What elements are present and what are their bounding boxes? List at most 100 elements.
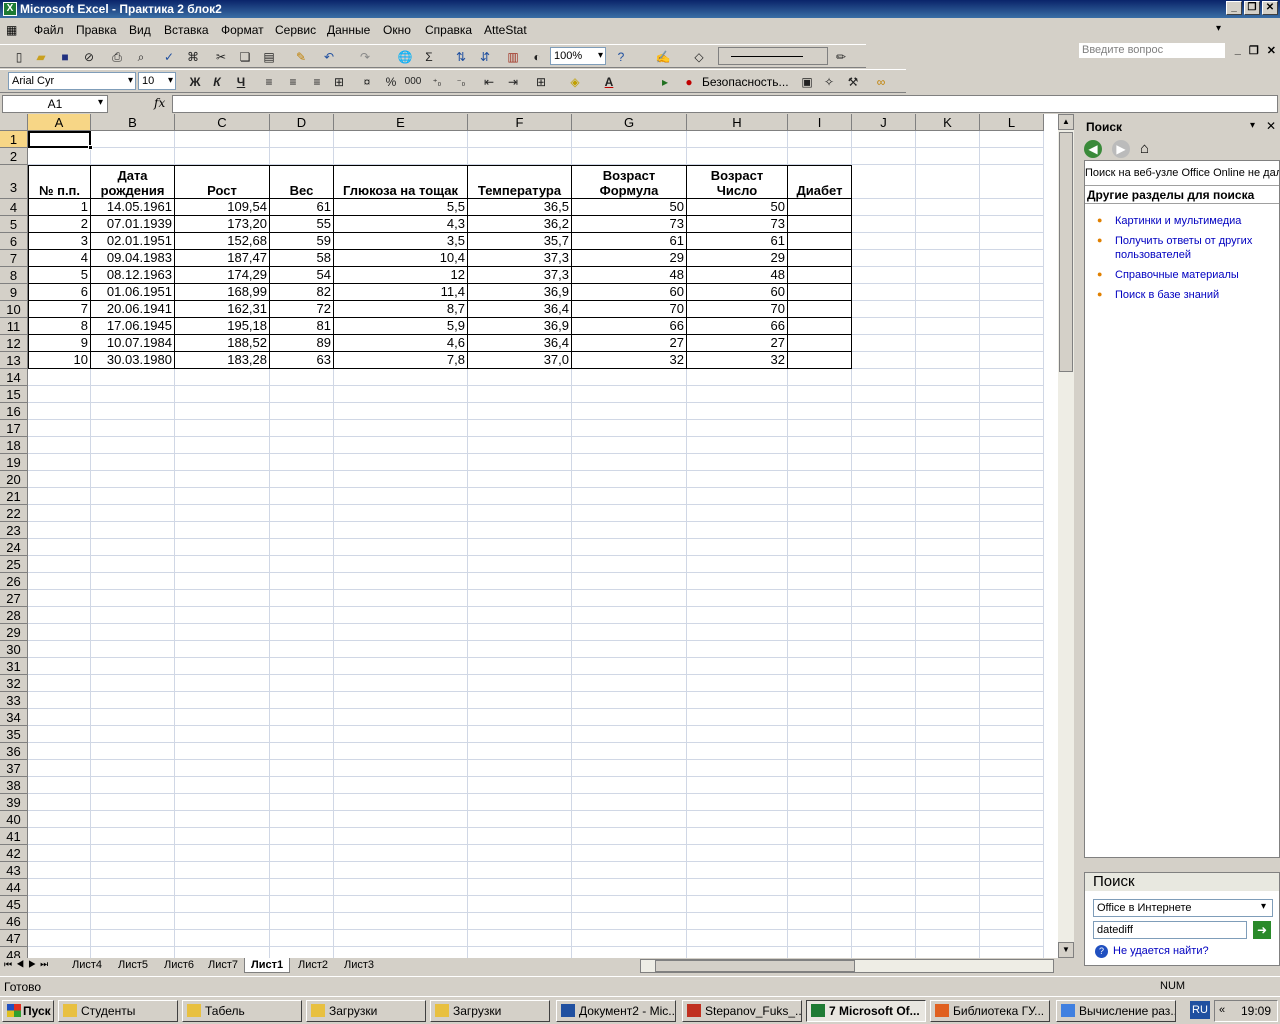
row-header[interactable]: 36 [0,743,28,760]
cell[interactable] [916,505,980,522]
taskbar-item[interactable]: 7 Microsoft Of... [806,1000,926,1022]
cell[interactable] [270,760,334,777]
cell[interactable] [852,556,916,573]
cell[interactable] [852,352,916,369]
cell[interactable] [980,896,1044,913]
cell[interactable] [28,777,91,794]
worksheet[interactable]: A B C D E F G H I J K L 1 2 3 № п.п. Дата рождения Рост Ве… [0,114,1074,958]
cell[interactable] [270,658,334,675]
cell[interactable] [334,454,468,471]
cell[interactable] [980,726,1044,743]
cell[interactable] [980,811,1044,828]
cell[interactable] [468,760,572,777]
sort-ascending-icon[interactable]: ⇅ [452,48,470,66]
row-header[interactable]: 26 [0,573,28,590]
data-cell[interactable]: 3,5 [334,233,468,250]
row-header[interactable]: 38 [0,777,28,794]
data-cell[interactable]: 35,7 [468,233,572,250]
cell[interactable] [687,675,788,692]
cell[interactable] [788,743,852,760]
row-header[interactable]: 14 [0,369,28,386]
row-header[interactable]: 44 [0,879,28,896]
cell[interactable] [916,777,980,794]
language-indicator[interactable]: RU [1190,1001,1210,1019]
row-header[interactable]: 42 [0,845,28,862]
cell[interactable] [175,539,270,556]
row-header[interactable]: 5 [0,216,28,233]
cell[interactable] [852,335,916,352]
column-header[interactable]: I [788,114,852,131]
cell[interactable] [980,471,1044,488]
drawing-icon[interactable]: ◐ [528,48,546,66]
research-icon[interactable]: ⌘ [184,48,202,66]
cell[interactable] [788,760,852,777]
menu-file[interactable]: Файл [34,23,64,37]
cell[interactable] [788,624,852,641]
cell[interactable] [175,488,270,505]
cell[interactable] [270,726,334,743]
row-header[interactable]: 8 [0,267,28,284]
cell[interactable] [852,420,916,437]
cell[interactable] [980,369,1044,386]
cell[interactable] [572,607,687,624]
data-cell[interactable]: 5 [28,267,91,284]
data-cell[interactable]: 4 [28,250,91,267]
data-cell[interactable]: 3 [28,233,91,250]
cell[interactable] [468,743,572,760]
cell[interactable] [175,573,270,590]
cell[interactable] [980,420,1044,437]
cell[interactable] [572,777,687,794]
cell[interactable] [916,862,980,879]
cell[interactable] [852,250,916,267]
cell[interactable] [28,488,91,505]
row-header[interactable]: 20 [0,471,28,488]
cell[interactable] [334,930,468,947]
cell[interactable] [916,709,980,726]
home-icon[interactable]: ⌂ [1140,140,1149,157]
cell[interactable] [270,913,334,930]
data-cell[interactable]: 37,0 [468,352,572,369]
cell[interactable] [980,641,1044,658]
cell[interactable] [91,845,175,862]
cell[interactable] [468,522,572,539]
cell[interactable] [687,811,788,828]
paste-icon[interactable]: ▤ [260,48,278,66]
cell[interactable] [980,233,1044,250]
taskpane-close-icon[interactable]: ✕ [1266,119,1276,133]
cell[interactable] [91,743,175,760]
cell[interactable] [175,437,270,454]
cell[interactable] [91,488,175,505]
cell[interactable] [28,607,91,624]
cell[interactable] [334,471,468,488]
select-all-corner[interactable] [0,114,28,131]
cell[interactable] [334,709,468,726]
data-cell[interactable]: 36,4 [468,301,572,318]
cell[interactable] [334,437,468,454]
taskbar-item[interactable]: Stepanov_Fuks_... [682,1000,802,1022]
cell[interactable] [980,165,1044,199]
scroll-down-icon[interactable]: ▼ [1058,942,1074,958]
cell[interactable] [980,709,1044,726]
cell[interactable] [91,692,175,709]
cell[interactable] [687,454,788,471]
cell[interactable] [91,607,175,624]
cell[interactable] [91,879,175,896]
cell[interactable] [28,811,91,828]
run-icon[interactable]: ▸ [656,73,674,91]
cell[interactable] [916,454,980,471]
record-icon[interactable]: ● [680,73,698,91]
cell[interactable] [91,930,175,947]
data-cell[interactable]: 36,2 [468,216,572,233]
cell[interactable] [916,352,980,369]
font-color-icon[interactable]: A [600,73,618,91]
save-icon[interactable]: ■ [56,48,74,66]
sort-descending-icon[interactable]: ⇵ [476,48,494,66]
data-cell[interactable]: 01.06.1951 [91,284,175,301]
cell[interactable] [572,692,687,709]
row-header[interactable]: 23 [0,522,28,539]
cell[interactable] [916,420,980,437]
cell[interactable] [572,811,687,828]
cell[interactable] [572,862,687,879]
cell[interactable] [91,760,175,777]
cell[interactable] [572,590,687,607]
